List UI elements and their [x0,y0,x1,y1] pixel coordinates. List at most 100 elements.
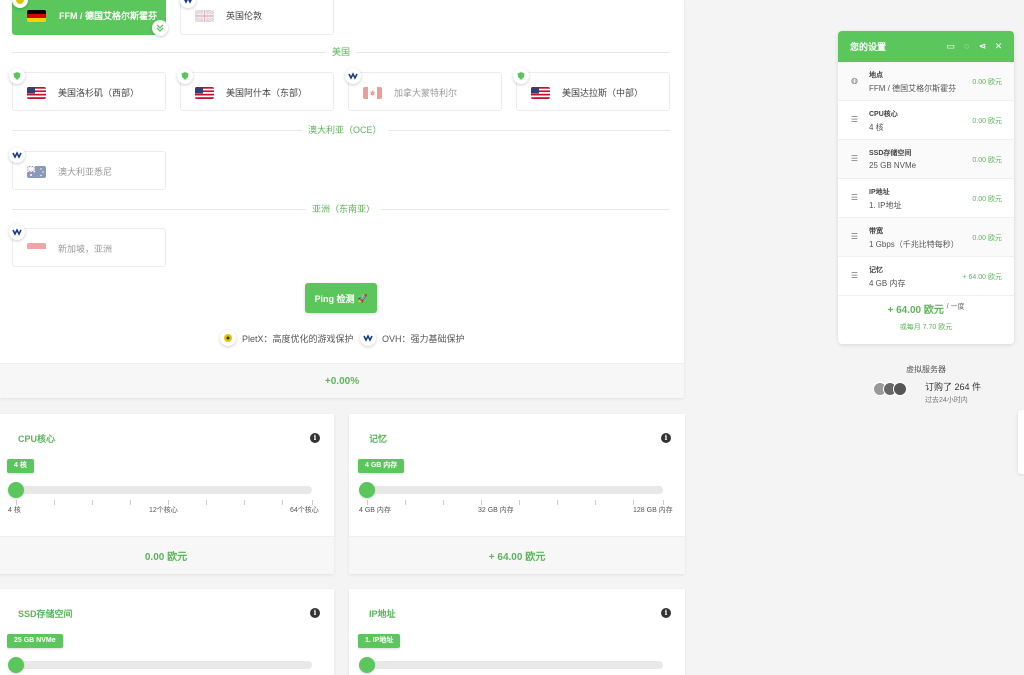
rocket-icon: 🚀 [357,293,368,303]
germany-flag-icon [27,10,46,22]
location-label: 加拿大蒙特利尔 [394,88,458,98]
ip-slider-thumb[interactable] [359,657,375,673]
monthly-price: 或每月 7.70 欧元 [899,324,953,331]
settings-header: 您的设置 ▭ ◌ ⋖ ✕ [838,31,1014,62]
ram-title: 记忆 [369,434,388,444]
ram-value-pill: 4 GB 内存 [358,459,405,473]
info-icon[interactable]: i [661,433,671,443]
settings-value: 1 Gbps（千兆比特每秒） [869,240,959,249]
pletx-icon [220,330,236,346]
legend-pletx: PletX：高度优化的游戏保护 [220,330,354,346]
location-card-singapore[interactable]: 新加坡，亚洲 [12,228,166,267]
buyer-avatars [873,382,907,396]
cpu-slider-thumb[interactable] [8,482,24,498]
location-label: 新加坡，亚洲 [58,244,113,254]
id-card-icon[interactable]: ▭ [945,41,956,51]
globe-icon: ◍ [851,76,858,85]
settings-price: 0.00 欧元 [972,235,1002,242]
list-icon: ☰ [850,154,859,163]
ovh-provider-icon [9,147,25,163]
avatar [893,382,907,396]
list-icon: ☰ [850,232,859,241]
location-card-montreal[interactable]: 加拿大蒙特利尔 [348,72,502,111]
ram-scale-mid: 32 GB 内存 [478,507,514,514]
settings-price: 0.00 欧元 [972,196,1002,203]
location-card-ffm[interactable]: FFM / 德国艾格尔斯霍芬 [12,0,166,35]
expand-chevron-icon[interactable] [152,20,168,36]
location-card-dallas[interactable]: 美国达拉斯（中部） [516,72,670,111]
settings-key: 带宽 [869,228,883,235]
settings-total: + 64.00 欧元 / 一度 或每月 7.70 欧元 [838,301,1014,332]
shield-provider-icon [513,68,529,84]
ssd-value-pill: 25 GB NVMe [7,634,63,648]
ovh-icon [360,330,376,346]
settings-row-ram: ☰ 记忆 4 GB 内存 + 64.00 欧元 [838,257,1014,296]
slider-tick [206,500,207,505]
settings-row-ip: ☰ IP地址 1. IP地址 0.00 欧元 [838,179,1014,218]
slider-tick [519,500,520,505]
cpu-title: CPU核心 [18,434,56,444]
uk-flag-icon [195,10,214,22]
ip-config-card: IP地址 i 1. IP地址 [349,589,685,675]
info-icon[interactable]: i [310,433,320,443]
ram-slider-track[interactable] [359,486,663,494]
ip-title: IP地址 [369,609,396,619]
slider-tick [130,500,131,505]
cpu-slider-track[interactable] [8,486,312,494]
ping-test-button[interactable]: Ping 检测 🚀 [305,283,377,313]
settings-price: + 64.00 欧元 [962,274,1003,281]
product-name: 虚拟服务器 [906,365,946,374]
ram-slider-thumb[interactable] [359,482,375,498]
list-icon: ☰ [850,271,859,280]
location-surcharge: +0.00% [0,363,684,398]
ovh-provider-icon [9,224,25,240]
ssd-config-card: SSD存储空间 i 25 GB NVMe [0,589,334,675]
canada-flag-icon [363,87,382,99]
billing-period: / 一度 [946,303,965,311]
ssd-slider-track[interactable] [8,661,312,669]
list-icon: ☰ [850,115,859,124]
slider-tick [282,500,283,505]
info-icon[interactable]: i [661,608,671,618]
settings-value: 4 核 [869,123,884,132]
ip-slider-track[interactable] [359,661,663,669]
ssd-slider-thumb[interactable] [8,657,24,673]
location-label: 美国洛杉矶（西部） [58,88,140,98]
australia-flag-icon [27,166,46,178]
settings-value: 25 GB NVMe [869,161,917,170]
settings-value: 1. IP地址 [869,201,902,210]
tools-icon[interactable]: ✕ [993,41,1004,51]
location-card-sydney[interactable]: 澳大利亚悉尼 [12,151,166,190]
location-card-los-angeles[interactable]: 美国洛杉矶（西部） [12,72,166,111]
info-icon[interactable]: i [310,608,320,618]
settings-price: 0.00 欧元 [972,157,1002,164]
legend-ovh-text: OVH：强力基础保护 [382,333,465,344]
settings-price: 0.00 欧元 [972,118,1002,125]
settings-row-ssd: ☰ SSD存储空间 25 GB NVMe 0.00 欧元 [838,140,1014,179]
slider-tick [443,500,444,505]
legend-ovh: OVH：强力基础保护 [360,330,465,346]
shield-provider-icon [9,68,25,84]
slider-tick [405,500,406,505]
ovh-provider-icon [345,68,361,84]
usa-flag-icon [27,87,46,99]
region-title-us: 美国 [326,46,357,58]
slider-tick [54,500,55,505]
settings-row-location: ◍ 地点 FFM / 德国艾格尔斯霍芬 0.00 欧元 [838,62,1014,101]
settings-summary-panel: 您的设置 ▭ ◌ ⋖ ✕ ◍ 地点 FFM / 德国艾格尔斯霍芬 0.00 欧元… [838,31,1014,344]
side-tab-handle[interactable] [1018,410,1024,474]
location-card-ashburn[interactable]: 美国阿什本（东部） [180,72,334,111]
legend-pletx-text: PletX：高度优化的游戏保护 [242,333,354,344]
chat-icon[interactable]: ◌ [961,41,972,51]
location-label: 美国阿什本（东部） [226,88,308,98]
region-title-oce: 澳大利亚（OCE） [302,124,388,136]
region-title-asia: 亚洲（东南亚） [306,203,382,215]
settings-key: SSD存储空间 [869,150,912,157]
slider-tick [557,500,558,505]
location-card-london[interactable]: 英国伦敦 [180,0,334,35]
settings-title: 您的设置 [850,42,887,52]
location-panel: FFM / 德国艾格尔斯霍芬 英国伦敦 美国 美国洛杉矶（西部） 美国阿什本（东… [0,0,684,398]
cpu-scale-min: 4 核 [8,507,21,514]
share-icon[interactable]: ⋖ [977,41,988,51]
order-window: 过去24小时内 [925,397,968,404]
